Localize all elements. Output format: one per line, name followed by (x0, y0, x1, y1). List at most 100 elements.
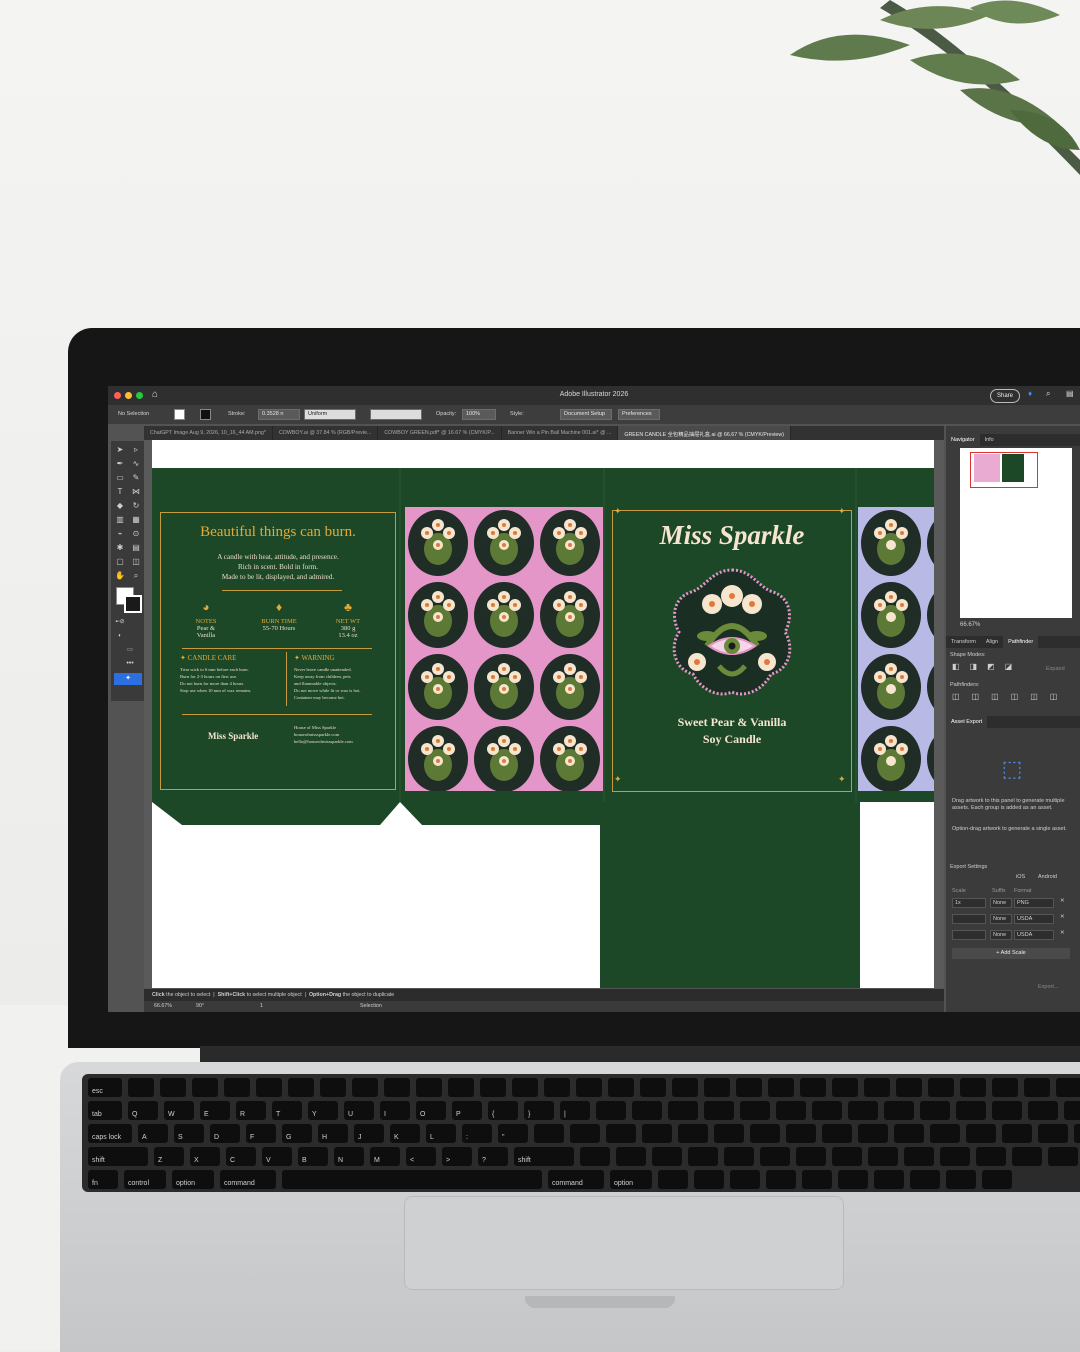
key (884, 1101, 914, 1120)
notification-icon[interactable]: ♦ (1028, 389, 1032, 398)
netwt-value: 13.4 oz (338, 632, 358, 639)
rectangle-tool-icon[interactable]: ▭ (115, 473, 125, 483)
symbol-sprayer-tool-icon[interactable]: ✱ (115, 543, 125, 553)
width-tool-icon[interactable]: ⋈ (131, 487, 141, 497)
key: X (190, 1147, 220, 1166)
key (960, 1078, 986, 1097)
tab-info[interactable]: Info (980, 434, 999, 446)
key: ? (478, 1147, 508, 1166)
key (1074, 1124, 1080, 1143)
plant-decoration (790, 0, 1080, 175)
key (704, 1101, 734, 1120)
navigator-zoom[interactable]: 66.67% (960, 622, 980, 628)
gradient-tool-icon[interactable]: ▥ (115, 515, 125, 525)
search-icon[interactable]: ⌕ (1046, 389, 1050, 399)
key: option (172, 1170, 214, 1189)
selection-tool-icon[interactable]: ➤ (115, 445, 125, 455)
document-tab[interactable]: Banner Win a Pin Ball Machine 001.ai* @ … (502, 426, 619, 440)
rotate-tool-icon[interactable]: ↻ (131, 501, 141, 511)
key (480, 1078, 506, 1097)
mesh-tool-icon[interactable]: ▦ (131, 515, 141, 525)
document-tab[interactable]: ChatGPT Image Aug 9, 2026, 10_16_44 AM.p… (144, 426, 273, 440)
warning-line: Do not move while lit or wax is hot. (294, 688, 361, 693)
blend-tool-icon[interactable]: ⊙ (131, 529, 141, 539)
format-dropdown[interactable]: USDA (1014, 930, 1054, 940)
suffix-input[interactable]: None (990, 898, 1012, 908)
eyedropper-tool-icon[interactable]: ⌁ (115, 529, 125, 539)
format-dropdown[interactable]: PNG (1014, 898, 1054, 908)
document-tab[interactable]: GREEN CANDLE 全包精品抽屉礼盒.ai @ 66.67 % (CMYK… (618, 426, 791, 440)
tab-transform[interactable]: Transform (946, 636, 981, 648)
key (910, 1170, 940, 1189)
fill-swatch[interactable] (174, 409, 185, 420)
tab-navigator[interactable]: Navigator (946, 434, 980, 446)
brush-definition-dropdown[interactable] (370, 409, 422, 420)
key (632, 1101, 662, 1120)
divider (182, 714, 372, 715)
rotation-value[interactable]: 90° (196, 1003, 204, 1009)
expand-button[interactable]: Expand (1046, 666, 1065, 672)
zoom-level[interactable]: 66.67% (154, 1003, 172, 1009)
ios-option[interactable]: iOS (1016, 874, 1025, 880)
more-tools-icon[interactable]: ••• (125, 659, 135, 669)
shape-mode-icons[interactable]: ◧◨◩◪ (952, 662, 1022, 671)
key (750, 1124, 780, 1143)
zoom-tool-icon[interactable]: ⌕ (131, 571, 141, 581)
type-tool-icon[interactable]: T (115, 487, 125, 497)
key: K (390, 1124, 420, 1143)
tab-pathfinder[interactable]: Pathfinder (1003, 636, 1039, 648)
workspace-icon[interactable]: ▤ (1066, 389, 1074, 398)
remove-scale-icon[interactable]: ✕ (1060, 930, 1065, 936)
pen-tool-icon[interactable]: ✒ (115, 459, 125, 469)
eraser-tool-icon[interactable]: ◆ (115, 501, 125, 511)
android-option[interactable]: Android (1038, 874, 1057, 880)
tab-align[interactable]: Align (981, 636, 1003, 648)
curvature-tool-icon[interactable]: ∿ (131, 459, 141, 469)
key: N (334, 1147, 364, 1166)
remove-scale-icon[interactable]: ✕ (1060, 914, 1065, 920)
key (966, 1124, 996, 1143)
screen-mode-icon[interactable]: ▭ (125, 645, 135, 655)
artboard: Beautiful things can burn. A candle with… (152, 440, 934, 988)
document-tab[interactable]: COWBOY GREEN.pdf* @ 16.67 % (CMYK/P... (378, 426, 502, 440)
stroke-profile-dropdown[interactable]: Uniform (304, 409, 356, 420)
pathfinder-icons[interactable]: ◫◫◫◫◫◫ (952, 692, 1069, 701)
add-scale-button[interactable]: + Add Scale (952, 948, 1070, 959)
direct-selection-tool-icon[interactable]: ▹ (131, 445, 141, 455)
document-setup-button[interactable]: Document Setup (560, 409, 612, 420)
hand-tool-icon[interactable]: ✋ (115, 571, 125, 581)
key (1028, 1101, 1058, 1120)
navigator-preview[interactable] (960, 448, 1072, 618)
scale-dropdown[interactable] (952, 930, 986, 940)
graph-tool-icon[interactable]: ▤ (131, 543, 141, 553)
key: shift (88, 1147, 148, 1166)
remove-scale-icon[interactable]: ✕ (1060, 898, 1065, 904)
document-tab[interactable]: COWBOY.ai @ 37.84 % (RGB/Previe... (273, 426, 379, 440)
suffix-input[interactable]: None (990, 930, 1012, 940)
navigator-thumbnail (1002, 454, 1024, 482)
stroke-weight-input[interactable]: 0.3528 n (258, 409, 300, 420)
color-mode-icon[interactable]: ▪▫⊘ (115, 617, 125, 627)
suffix-input[interactable]: None (990, 914, 1012, 924)
stroke-color-box[interactable] (124, 595, 142, 613)
opacity-input[interactable]: 100% (462, 409, 496, 420)
artboard-tool-icon[interactable]: ▢ (115, 557, 125, 567)
scale-dropdown[interactable]: 1x (952, 898, 986, 908)
export-button[interactable]: Export... (1038, 984, 1058, 990)
tab-asset-export[interactable]: Asset Export (946, 716, 988, 728)
key: tab (88, 1101, 122, 1120)
slice-tool-icon[interactable]: ◫ (131, 557, 141, 567)
pencil-tool-icon[interactable]: ✎ (131, 473, 141, 483)
artboard-number[interactable]: 1 (260, 1003, 263, 1009)
format-dropdown[interactable]: USDA (1014, 914, 1054, 924)
key (256, 1078, 282, 1097)
stroke-swatch[interactable] (200, 409, 211, 420)
draw-mode-icon[interactable]: ◐ (115, 631, 125, 641)
export-settings-label[interactable]: Export Settings (950, 864, 987, 870)
navigator-tabs: Navigator Info (946, 434, 1080, 446)
key (982, 1170, 1012, 1189)
generative-ai-button[interactable]: ✦ (114, 673, 142, 685)
share-button[interactable]: Share (990, 389, 1021, 403)
scale-dropdown[interactable] (952, 914, 986, 924)
preferences-button[interactable]: Preferences (618, 409, 660, 420)
